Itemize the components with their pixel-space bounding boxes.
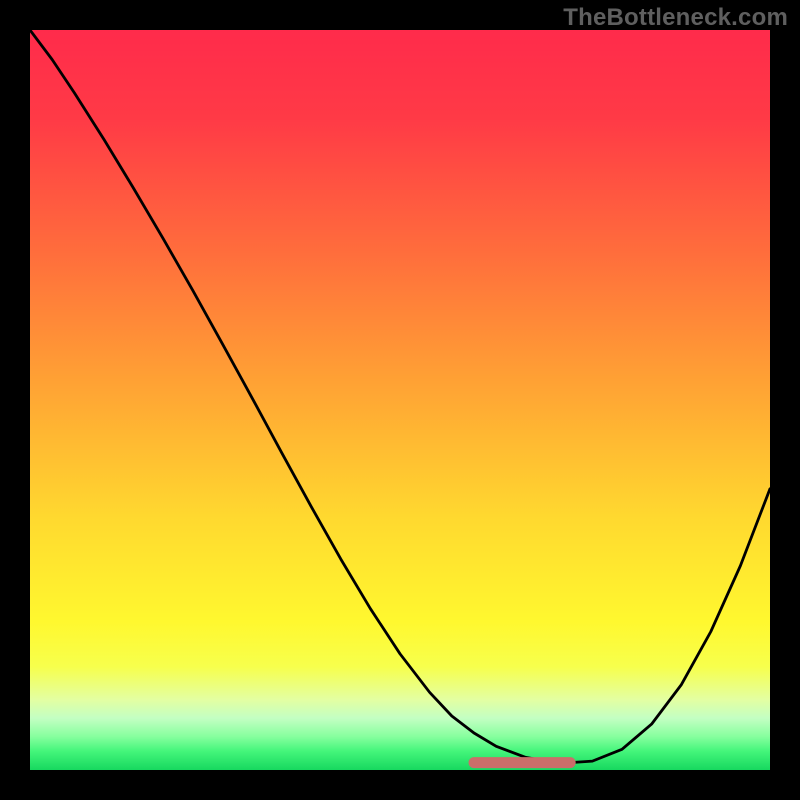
watermark-text: TheBottleneck.com [563,4,788,32]
plot-area [30,30,770,770]
gradient-background [30,30,770,770]
chart-frame: TheBottleneck.com [0,0,800,800]
plot-svg [30,30,770,770]
